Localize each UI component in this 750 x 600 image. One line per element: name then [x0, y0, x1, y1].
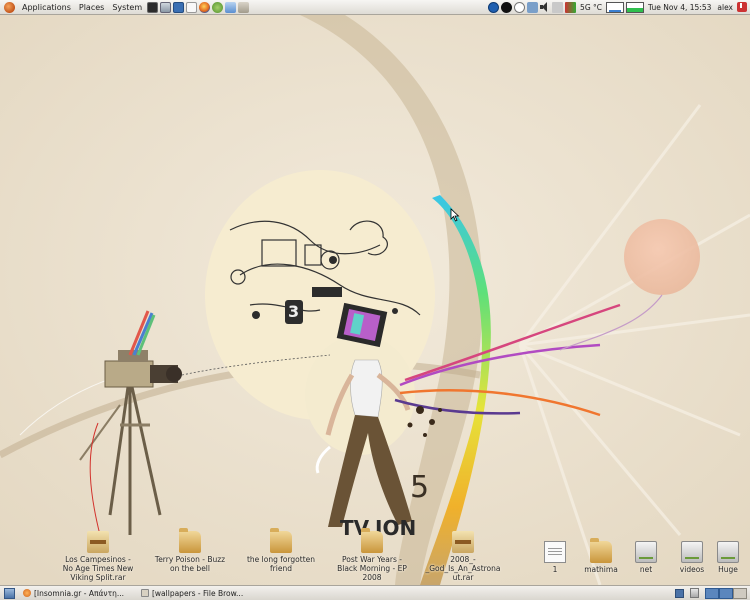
folder-icon — [361, 528, 383, 553]
taskbar-button-label: [wallpapers - File Brow... — [152, 588, 244, 598]
trash-icon[interactable] — [690, 588, 699, 598]
update-notifier-icon[interactable] — [527, 1, 539, 13]
messenger-icon[interactable] — [501, 1, 513, 13]
volume-icon[interactable] — [540, 2, 550, 12]
network-status-icon[interactable] — [514, 1, 526, 13]
user-name[interactable]: alex — [714, 0, 736, 15]
menu-system[interactable]: System — [108, 0, 146, 15]
drive-icon — [717, 541, 739, 563]
workspace-switcher — [675, 587, 747, 599]
cpu-monitor-graph[interactable] — [606, 1, 625, 13]
workspace-3[interactable] — [733, 587, 747, 599]
menu-applications[interactable]: Applications — [18, 0, 75, 15]
network-launcher-icon[interactable] — [160, 1, 172, 13]
desktop-icon-los-campesinos[interactable]: Los Campesinos - No Age Times New Viking… — [60, 531, 136, 582]
text-editor-launcher-icon[interactable] — [186, 1, 198, 13]
firefox-launcher-icon[interactable] — [199, 1, 211, 13]
desktop-icon-god-is-an-astronaut[interactable]: 2008_-_God_Is_An_Astronaut.rar — [425, 531, 501, 582]
desktop-icon-post-war-years[interactable]: Post War Years - Black Morning - EP 2008 — [334, 528, 410, 582]
show-desktop-icon[interactable] — [4, 587, 15, 599]
system-tray: 5G °C Tue Nov 4, 15:53 alex — [487, 0, 750, 15]
text-file-icon — [544, 541, 566, 563]
folder-icon — [179, 528, 201, 553]
workspace-2[interactable] — [719, 587, 733, 599]
desktop-icon-terry-poison[interactable]: Terry Poison - Buzz on the bell — [152, 528, 228, 573]
weather-icon[interactable] — [488, 1, 500, 13]
desktop-icon-huge[interactable]: Huge — [706, 541, 750, 574]
folder-icon — [270, 528, 292, 553]
clock[interactable]: Tue Nov 4, 15:53 — [645, 0, 714, 15]
desktop-icon-label: Post War Years - Black Morning - EP 2008 — [337, 555, 407, 582]
desktop[interactable]: 3 5 TV ION Los Campesinos - No Age Times… — [0, 15, 750, 585]
svg-text:3: 3 — [288, 302, 299, 321]
terminal-launcher-icon[interactable] — [147, 1, 159, 13]
bottom-panel: [Insomnia.gr - Απάντη... [wallpapers - F… — [0, 585, 750, 600]
network-monitor-graph[interactable] — [626, 1, 645, 13]
desktop-icon-long-forgotten-friend[interactable]: the long forgotten friend — [243, 528, 319, 573]
top-panel: Applications Places System 5G °C Tue Nov… — [0, 0, 750, 15]
menu-places[interactable]: Places — [75, 0, 108, 15]
taskbar-button-label: [Insomnia.gr - Απάντη... — [34, 588, 125, 598]
keyboard-layout-icon[interactable] — [552, 1, 564, 13]
folder-icon — [590, 538, 612, 563]
screenshot-launcher-icon[interactable] — [173, 1, 185, 13]
window-list-icon[interactable] — [675, 588, 684, 598]
taskbar-button-insomnia[interactable]: [Insomnia.gr - Απάντη... — [19, 587, 135, 600]
mouse-pointer-icon — [450, 208, 460, 222]
file-manager-launcher-icon[interactable] — [238, 1, 250, 13]
firefox-icon — [23, 589, 31, 597]
thermometer-icon — [565, 1, 577, 13]
wallpaper-image: 3 5 TV ION — [0, 15, 750, 585]
archive-icon — [87, 531, 109, 553]
temperature-readout: 5G °C — [580, 2, 603, 12]
desktop-icon-label: Los Campesinos - No Age Times New Viking… — [62, 555, 134, 582]
drive-icon — [635, 541, 657, 563]
svg-text:5: 5 — [410, 470, 429, 505]
taskbar-button-file-browser[interactable]: [wallpapers - File Brow... — [137, 587, 253, 600]
desktop-icon-label: the long forgotten friend — [246, 555, 316, 573]
workspace-1[interactable] — [705, 587, 719, 599]
file-browser-icon — [141, 589, 149, 597]
shutdown-icon[interactable] — [737, 2, 747, 12]
desktop-icon-label: Huge — [718, 565, 738, 574]
ubuntu-logo-icon[interactable] — [4, 1, 15, 13]
pidgin-launcher-icon[interactable] — [212, 1, 224, 13]
archive-icon — [452, 531, 474, 553]
desktop-icon-label: Terry Poison - Buzz on the bell — [154, 555, 226, 573]
download-launcher-icon[interactable] — [225, 1, 237, 13]
desktop-icon-label: 2008_-_God_Is_An_Astronaut.rar — [425, 555, 501, 582]
drive-icon — [681, 541, 703, 563]
